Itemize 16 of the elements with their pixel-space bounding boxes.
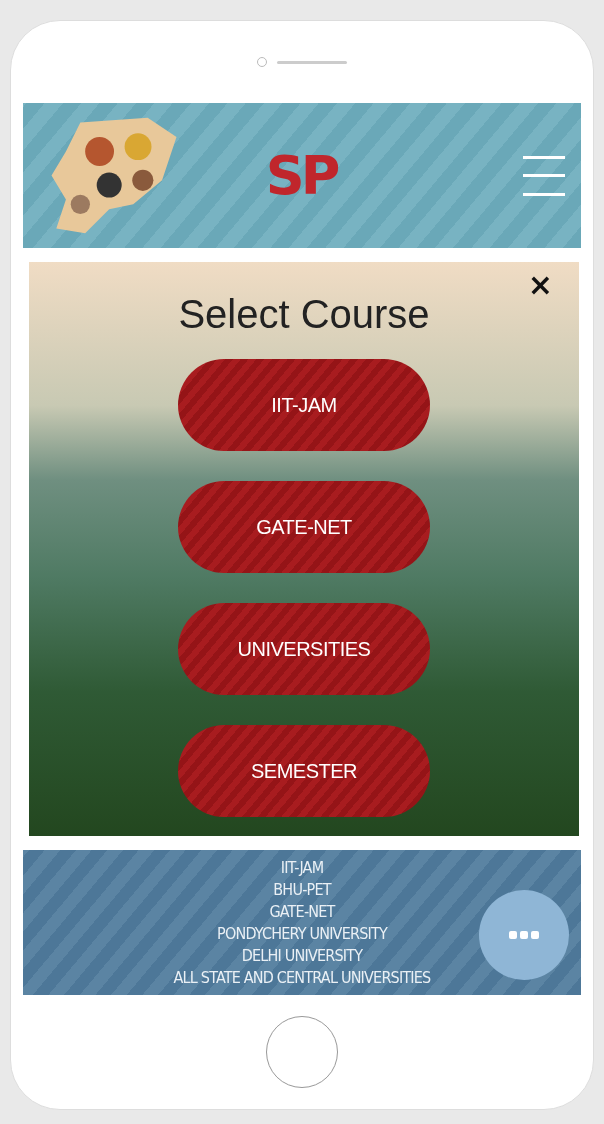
course-button[interactable]: UNIVERSITIES — [178, 603, 430, 695]
speaker-icon — [277, 60, 347, 64]
exam-name: IIT-JAM — [280, 856, 324, 879]
more-button[interactable] — [479, 890, 569, 980]
exam-name: PONDYCHERY UNIVERSITY — [217, 922, 387, 945]
dots-icon — [509, 930, 539, 940]
menu-icon[interactable] — [523, 155, 565, 196]
course-button[interactable]: GATE-NET — [178, 481, 430, 573]
close-button[interactable]: × — [521, 266, 559, 303]
course-button[interactable]: IIT-JAM — [178, 359, 430, 451]
exam-name: ALL STATE AND CENTRAL UNIVERSITIES — [173, 966, 431, 989]
exam-name: DELHI UNIVERSITY — [241, 944, 363, 967]
modal-title: Select Course — [178, 292, 430, 337]
course-button[interactable]: SEMESTER — [178, 725, 430, 817]
exam-name: GATE-NET — [269, 900, 335, 923]
exam-name: BHU-PET — [273, 878, 331, 901]
